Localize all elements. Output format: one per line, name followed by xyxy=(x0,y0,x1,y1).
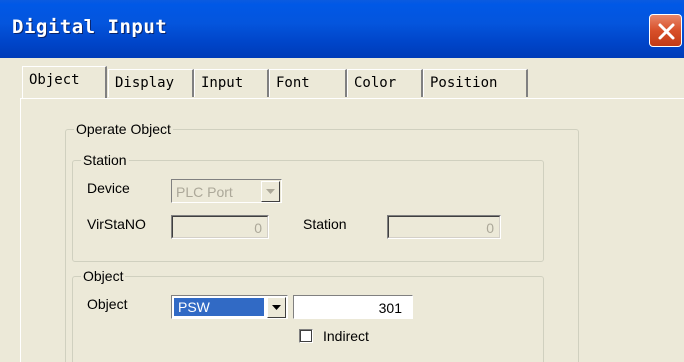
device-value: PLC Port xyxy=(176,184,233,200)
virstano-value: 0 xyxy=(254,220,262,236)
chevron-down-icon xyxy=(266,189,275,194)
device-select: PLC Port xyxy=(171,179,282,203)
object-group: Object Object PSW 301 Indirect xyxy=(72,267,544,362)
device-dropdown-button xyxy=(261,181,280,202)
close-button[interactable] xyxy=(649,14,682,47)
virstano-label: VirStaNO xyxy=(87,216,146,232)
object-tab-panel: Operate Object Station Device PLC Port V… xyxy=(20,98,684,362)
title-bar[interactable]: Digital Input xyxy=(0,0,684,58)
indirect-label[interactable]: Indirect xyxy=(323,327,369,345)
station-group: Station Device PLC Port VirStaNO 0 Stati… xyxy=(72,151,544,262)
object-type-select[interactable]: PSW xyxy=(171,295,288,319)
operate-object-group: Operate Object Station Device PLC Port V… xyxy=(65,120,579,362)
object-address-input[interactable]: 301 xyxy=(293,295,413,319)
tab-display[interactable]: Display xyxy=(108,69,194,97)
device-label: Device xyxy=(87,180,130,196)
object-type-dropdown-button[interactable] xyxy=(267,297,286,318)
object-legend: Object xyxy=(81,267,126,285)
tab-object[interactable]: Object xyxy=(22,66,107,99)
tab-font[interactable]: Font xyxy=(269,69,347,97)
virstano-field: 0 xyxy=(171,215,269,239)
operate-object-legend: Operate Object xyxy=(74,120,173,138)
object-address-value: 301 xyxy=(378,300,402,316)
window-title: Digital Input xyxy=(12,16,168,38)
object-type-value: PSW xyxy=(178,299,210,315)
tab-color[interactable]: Color xyxy=(347,69,423,97)
station-field: 0 xyxy=(387,215,501,239)
digital-input-dialog: Digital Input Object Display Input Font … xyxy=(0,0,684,362)
station-legend: Station xyxy=(81,151,129,169)
chevron-down-icon xyxy=(272,305,281,310)
tab-position[interactable]: Position xyxy=(423,69,528,97)
station-value: 0 xyxy=(486,220,494,236)
close-icon xyxy=(658,23,675,40)
object-label: Object xyxy=(87,296,128,312)
tab-input[interactable]: Input xyxy=(194,69,269,97)
station-label: Station xyxy=(303,216,347,232)
indirect-checkbox[interactable] xyxy=(299,329,313,343)
